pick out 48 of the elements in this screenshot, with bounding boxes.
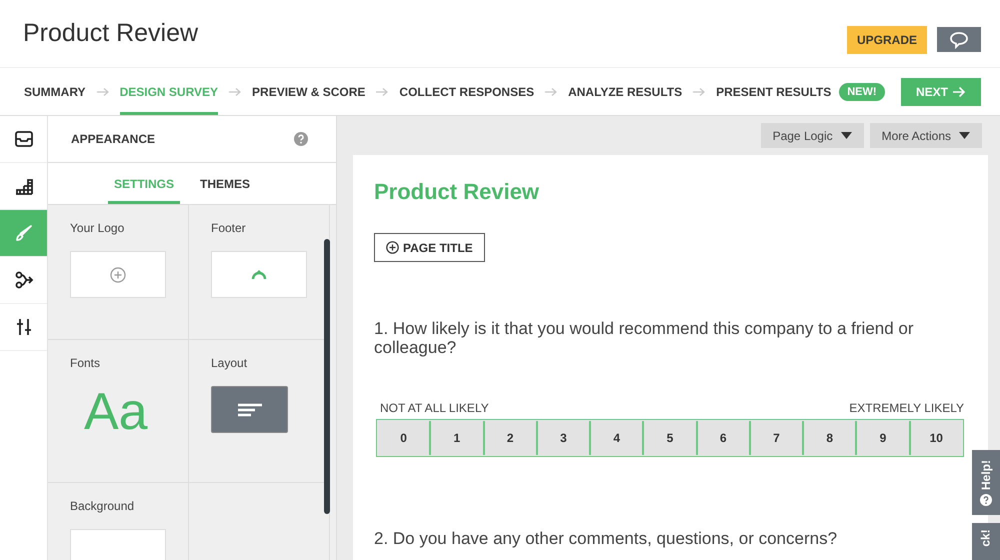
setting-label: Your Logo	[70, 221, 126, 235]
upgrade-button[interactable]: UPGRADE	[847, 26, 927, 54]
scrollbar[interactable]	[324, 239, 330, 514]
step-tab[interactable]: COLLECT RESPONSES	[399, 68, 534, 115]
setting-label: Footer	[211, 221, 247, 235]
align-left-icon	[236, 402, 262, 416]
arrow-icon	[375, 86, 390, 96]
plus-circle-icon	[386, 241, 399, 254]
setting-label: Background	[70, 499, 136, 513]
setting-label: Fonts	[70, 356, 102, 370]
side-tab[interactable]: ck!	[972, 523, 1000, 560]
help-icon	[980, 494, 992, 506]
question-text: 1. How likely is it that you would recommend this company to a friend or colleague?	[374, 319, 915, 357]
chat-button[interactable]	[937, 27, 981, 52]
step-tab[interactable]: SUMMARY	[24, 68, 86, 115]
layout-button[interactable]	[211, 386, 288, 433]
arrow-icon	[544, 86, 558, 96]
help-icon	[294, 132, 308, 146]
speech-bubble-icon	[949, 30, 969, 48]
step-tab[interactable]: PREVIEW & SCORE	[252, 68, 366, 115]
step-tab[interactable]: PRESENT RESULTS	[716, 68, 832, 115]
step-tab[interactable]: ANALYZE RESULTS	[568, 68, 682, 115]
panel-title: APPEARANCE	[71, 132, 156, 146]
caret-down-icon	[840, 132, 852, 139]
page-title: Product Review	[23, 19, 198, 48]
dropdown-button[interactable]: Page Logic	[760, 123, 864, 148]
plus-circle-icon	[110, 266, 126, 282]
arrow-right-icon	[952, 86, 966, 98]
question-text: 2. Do you have any other comments, questions, or concerns?	[374, 529, 838, 548]
scale-label: NOT AT ALL LIKELY	[380, 401, 489, 415]
branch-icon	[14, 270, 34, 290]
arrow-icon	[692, 86, 706, 96]
new-badge: NEW!	[839, 82, 885, 100]
survey-title: Product Review	[374, 179, 540, 205]
arrow-icon	[228, 86, 242, 96]
stacked-blocks-icon	[14, 176, 34, 196]
caret-down-icon	[959, 132, 970, 139]
panel-tab[interactable]: THEMES	[194, 163, 256, 204]
logo-icon	[251, 268, 267, 280]
side-tab[interactable]: Help!	[972, 450, 1000, 515]
scale-label: EXTREMELY LIKELY	[849, 401, 964, 415]
font-sample: Aa	[84, 386, 149, 438]
arrow-icon	[96, 86, 110, 96]
tray-icon	[14, 129, 34, 149]
brush-icon	[14, 223, 34, 243]
page-title-button[interactable]: PAGE TITLE	[374, 233, 485, 262]
dropdown-button[interactable]: More Actions	[870, 123, 982, 148]
setting-label: Layout	[211, 356, 248, 370]
